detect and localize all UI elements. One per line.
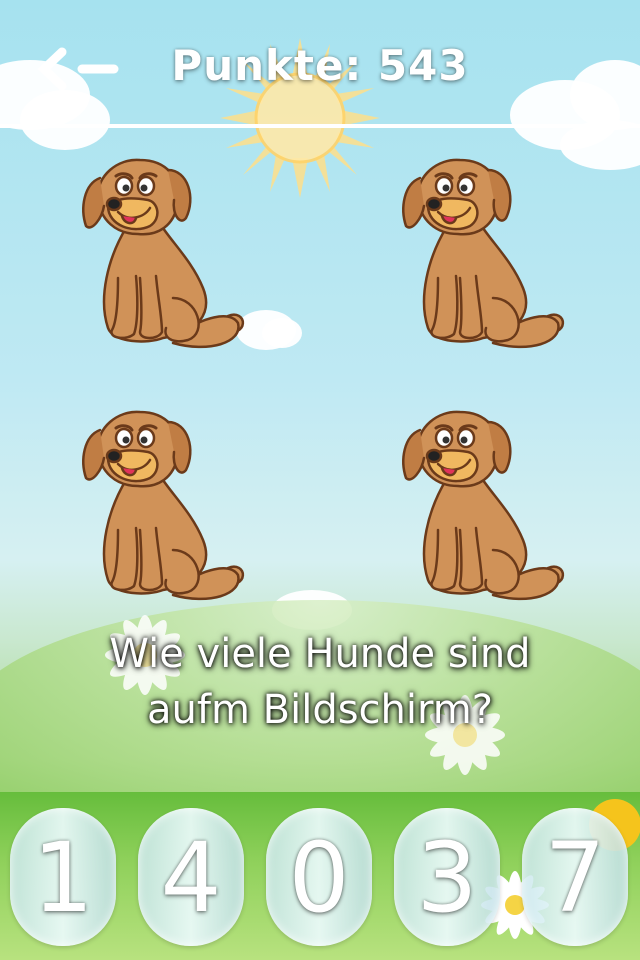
answer-button[interactable]: 4 — [138, 808, 244, 946]
answer-button[interactable]: 0 — [266, 808, 372, 946]
game-screen: Punkte: 543 Wie viele Hunde sind aufm Bi… — [0, 0, 640, 960]
answer-label: 3 — [416, 822, 478, 934]
answer-button[interactable]: 3 — [394, 808, 500, 946]
answer-label: 7 — [544, 822, 606, 934]
question-line-2: aufm Bildschirm? — [147, 687, 493, 733]
question-text: Wie viele Hunde sind aufm Bildschirm? — [20, 626, 620, 738]
dog-icon — [401, 410, 565, 601]
answer-button[interactable]: 1 — [10, 808, 116, 946]
question-line-1: Wie viele Hunde sind — [109, 631, 531, 677]
dog-icon — [81, 410, 245, 601]
answer-label: 4 — [160, 822, 222, 934]
answer-button[interactable]: 7 — [522, 808, 628, 946]
cloud — [262, 318, 302, 348]
back-arrow-icon — [37, 47, 119, 91]
dog-icon — [401, 158, 565, 349]
score-label: Punkte: 543 — [171, 41, 469, 90]
header-divider — [0, 124, 640, 128]
answer-label: 0 — [288, 822, 350, 934]
back-button[interactable] — [34, 44, 124, 94]
dog-icon — [81, 158, 245, 349]
cloud — [20, 90, 110, 150]
answer-label: 1 — [32, 822, 94, 934]
